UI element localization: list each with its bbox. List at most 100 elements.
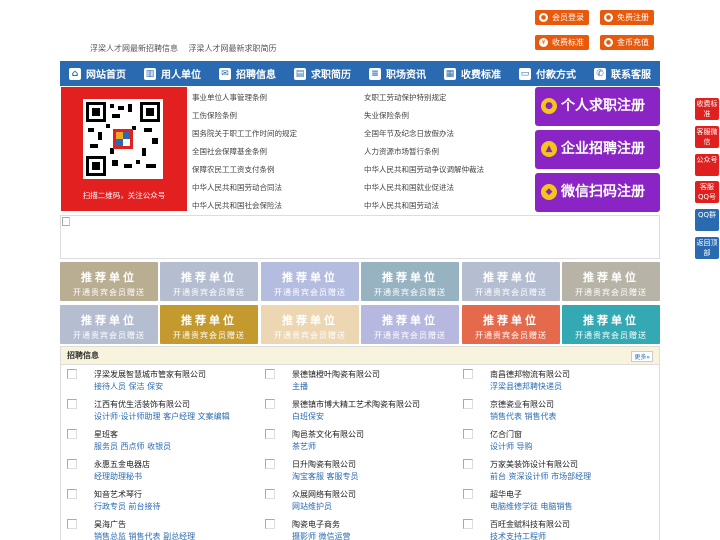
job-positions[interactable]: 网站维护员 — [292, 501, 332, 512]
nav-resumes[interactable]: ▤ 求职简历 — [285, 61, 360, 86]
law-link[interactable]: 中华人民共和国劳动争议调解仲裁法 — [364, 164, 484, 175]
company-name[interactable]: 永惠五金电器店 — [94, 459, 150, 470]
company-name[interactable]: 知音艺术琴行 — [94, 489, 142, 500]
job-entry[interactable]: 浮梁发展智慧城市管家有限公司 接待人员 保洁 保安 — [61, 365, 256, 393]
nav-news[interactable]: ≡ 职场资讯 — [360, 61, 435, 86]
recommended-employer-tile[interactable]: 推荐单位 开通贵宾会员赠送 — [562, 262, 660, 301]
sidebar-official-account[interactable]: 公众号 — [695, 154, 719, 176]
job-positions[interactable]: 行政专员 前台接待 — [94, 501, 161, 512]
job-entry[interactable]: 百旺金赋科技有限公司 技术支持工程师 — [457, 515, 652, 540]
job-entry[interactable]: 众展网络有限公司 网站维护员 — [259, 485, 454, 513]
job-entry[interactable]: 景德镇橙叶陶瓷有限公司 主播 — [259, 365, 454, 393]
job-entry[interactable]: 亿合门窗 设计师 导购 — [457, 425, 652, 453]
job-positions[interactable]: 技术支持工程师 — [490, 531, 546, 540]
law-link[interactable]: 工伤保险条例 — [192, 110, 237, 121]
more-link[interactable]: 更多» — [631, 351, 653, 362]
recommended-employer-tile[interactable]: 推荐单位 开通贵宾会员赠送 — [562, 305, 660, 344]
job-entry[interactable]: 陶邑茶文化有限公司 茶艺师 — [259, 425, 454, 453]
personal-register-button[interactable]: ● 个人求职注册 — [535, 87, 660, 126]
law-link[interactable]: 人力资源市场暂行条例 — [364, 146, 439, 157]
job-positions[interactable]: 浮梁县德邦聘快递员 — [490, 381, 562, 392]
job-positions[interactable]: 经理助理秘书 — [94, 471, 142, 482]
law-link[interactable]: 中华人民共和国劳动法 — [364, 200, 439, 211]
law-link[interactable]: 女职工劳动保护特别规定 — [364, 92, 447, 103]
company-name[interactable]: 浮梁发展智慧城市管家有限公司 — [94, 369, 206, 380]
job-entry[interactable]: 景德镇市博大精工艺术陶瓷有限公司 白班保安 — [259, 395, 454, 423]
recommended-employer-tile[interactable]: 推荐单位 开通贵宾会员赠送 — [261, 305, 359, 344]
sidebar-qq[interactable]: 客服QQ号 — [695, 181, 719, 203]
recommended-employer-tile[interactable]: 推荐单位 开通贵宾会员赠送 — [261, 262, 359, 301]
company-name[interactable]: 超华电子 — [490, 489, 522, 500]
job-positions[interactable]: 茶艺师 — [292, 441, 316, 452]
law-link[interactable]: 保障农民工工资支付条例 — [192, 164, 275, 175]
job-entry[interactable]: 永惠五金电器店 经理助理秘书 — [61, 455, 256, 483]
law-link[interactable]: 国务院关于职工工作时间的规定 — [192, 128, 297, 139]
recommended-employer-tile[interactable]: 推荐单位 开通贵宾会员赠送 — [462, 305, 560, 344]
sidebar-back-to-top[interactable]: 返回顶部 — [695, 237, 719, 259]
company-name[interactable]: 众展网络有限公司 — [292, 489, 356, 500]
job-entry[interactable]: 日升陶瓷有限公司 淘宝客服 客服专员 — [259, 455, 454, 483]
company-name[interactable]: 日升陶瓷有限公司 — [292, 459, 356, 470]
latest-jobs-link[interactable]: 浮梁人才网最新招聘信息 — [90, 44, 178, 53]
law-link[interactable]: 全国年节及纪念日放假办法 — [364, 128, 454, 139]
nav-jobs[interactable]: ✉ 招聘信息 — [210, 61, 285, 86]
recommended-employer-tile[interactable]: 推荐单位 开通贵宾会员赠送 — [361, 305, 459, 344]
job-entry[interactable]: 星班客 服务员 西点师 收银员 — [61, 425, 256, 453]
job-entry[interactable]: 超华电子 电脑维修学徒 电脑销售 — [457, 485, 652, 513]
recommended-employer-tile[interactable]: 推荐单位 开通贵宾会员赠送 — [160, 305, 258, 344]
coin-recharge-button[interactable]: ● 金币充值 — [600, 35, 654, 50]
law-link[interactable]: 全国社会保障基金条例 — [192, 146, 267, 157]
law-link[interactable]: 中华人民共和国社会保险法 — [192, 200, 282, 211]
job-positions[interactable]: 设计师 导购 — [490, 441, 533, 452]
company-name[interactable]: 百旺金赋科技有限公司 — [490, 519, 570, 530]
job-entry[interactable]: 江西有优生活装饰有限公司 设计师·设计师助理 客户经理 文案编辑 — [61, 395, 256, 423]
job-positions[interactable]: 白班保安 — [292, 411, 324, 422]
job-positions[interactable]: 销售代表 销售代表 — [490, 411, 557, 422]
job-positions[interactable]: 摄影师 微信运营 — [292, 531, 351, 540]
recommended-employer-tile[interactable]: 推荐单位 开通贵宾会员赠送 — [60, 305, 158, 344]
job-positions[interactable]: 主播 — [292, 381, 308, 392]
company-name[interactable]: 万家美装饰设计有限公司 — [490, 459, 578, 470]
member-login-button[interactable]: ● 会员登录 — [535, 10, 589, 25]
company-name[interactable]: 京德瓷业有限公司 — [490, 399, 554, 410]
company-name[interactable]: 南昌德邦物流有限公司 — [490, 369, 570, 380]
sidebar-wechat[interactable]: 客服微信 — [695, 126, 719, 148]
recommended-employer-tile[interactable]: 推荐单位 开通贵宾会员赠送 — [60, 262, 158, 301]
free-register-button[interactable]: ● 免费注册 — [600, 10, 654, 25]
job-positions[interactable]: 淘宝客服 客服专员 — [292, 471, 359, 482]
nav-contact[interactable]: ✆ 联系客服 — [585, 61, 660, 86]
wechat-register-button[interactable]: ◆ 微信扫码注册 — [535, 173, 660, 212]
law-link[interactable]: 事业单位人事管理条例 — [192, 92, 267, 103]
company-name[interactable]: 景德镇市博大精工艺术陶瓷有限公司 — [292, 399, 420, 410]
job-entry[interactable]: 南昌德邦物流有限公司 浮梁县德邦聘快递员 — [457, 365, 652, 393]
fee-standard-button[interactable]: ¥ 收费标准 — [535, 35, 589, 50]
job-positions[interactable]: 销售总监 销售代表 副总经理 — [94, 531, 195, 540]
law-link[interactable]: 失业保险条例 — [364, 110, 409, 121]
job-positions[interactable]: 接待人员 保洁 保安 — [94, 381, 163, 392]
company-name[interactable]: 星班客 — [94, 429, 118, 440]
nav-employers[interactable]: ▥ 用人单位 — [135, 61, 210, 86]
sidebar-qq-group[interactable]: QQ群 — [695, 209, 719, 231]
job-entry[interactable]: 知音艺术琴行 行政专员 前台接待 — [61, 485, 256, 513]
law-link[interactable]: 中华人民共和国劳动合同法 — [192, 182, 282, 193]
company-register-button[interactable]: ▲ 企业招聘注册 — [535, 130, 660, 169]
recommended-employer-tile[interactable]: 推荐单位 开通贵宾会员赠送 — [160, 262, 258, 301]
latest-resumes-link[interactable]: 浮梁人才网最新求职简历 — [189, 44, 277, 53]
company-name[interactable]: 陶瓷电子商务 — [292, 519, 340, 530]
nav-home[interactable]: ⌂ 网站首页 — [60, 61, 135, 86]
company-name[interactable]: 江西有优生活装饰有限公司 — [94, 399, 190, 410]
company-name[interactable]: 亿合门窗 — [490, 429, 522, 440]
company-name[interactable]: 昊海广告 — [94, 519, 126, 530]
recommended-employer-tile[interactable]: 推荐单位 开通贵宾会员赠送 — [462, 262, 560, 301]
sidebar-fees[interactable]: 收费标准 — [695, 98, 719, 120]
company-name[interactable]: 景德镇橙叶陶瓷有限公司 — [292, 369, 380, 380]
law-link[interactable]: 中华人民共和国就业促进法 — [364, 182, 454, 193]
job-entry[interactable]: 昊海广告 销售总监 销售代表 副总经理 — [61, 515, 256, 540]
nav-payment[interactable]: ▭ 付款方式 — [510, 61, 585, 86]
company-name[interactable]: 陶邑茶文化有限公司 — [292, 429, 364, 440]
recommended-employer-tile[interactable]: 推荐单位 开通贵宾会员赠送 — [361, 262, 459, 301]
job-entry[interactable]: 京德瓷业有限公司 销售代表 销售代表 — [457, 395, 652, 423]
nav-fees[interactable]: ▦ 收费标准 — [435, 61, 510, 86]
job-positions[interactable]: 前台 资深设计师 市场部经理 — [490, 471, 591, 482]
job-positions[interactable]: 设计师·设计师助理 客户经理 文案编辑 — [94, 411, 230, 422]
